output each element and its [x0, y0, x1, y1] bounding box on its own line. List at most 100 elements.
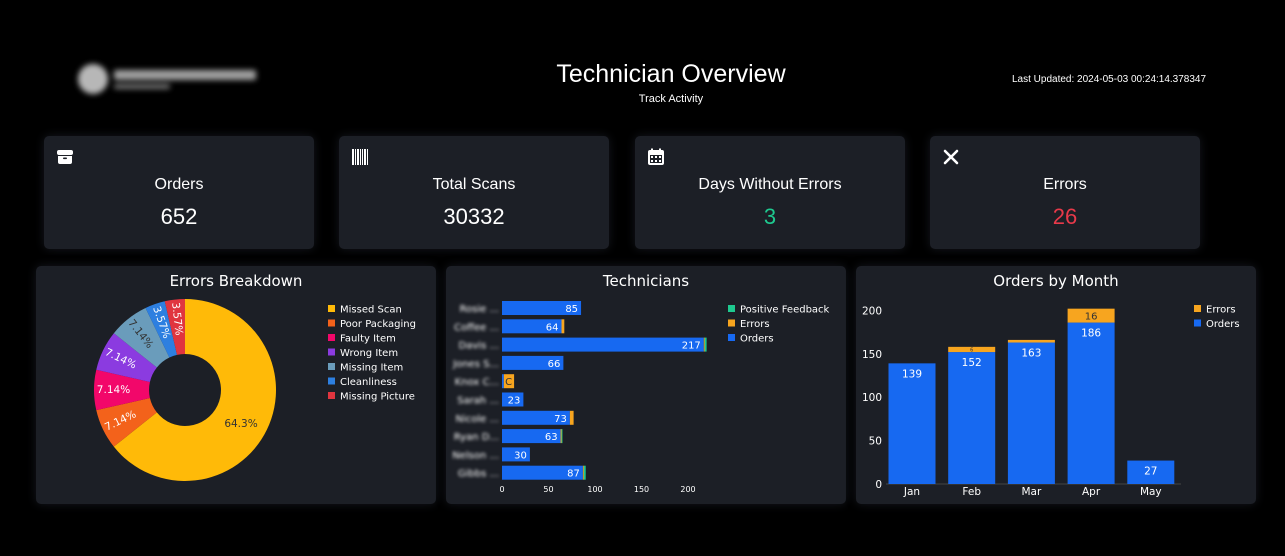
- technicians-panel: Technicians Rosie ... 85 Coffee ... 64 Davis…: [446, 266, 846, 504]
- kpi-card-errors: Errors 26: [930, 136, 1200, 249]
- y-tick-label: 150: [862, 349, 882, 361]
- legend-label-missed-scan: Missed Scan: [340, 305, 402, 316]
- legend-label-poor-packaging: Poor Packaging: [340, 319, 416, 330]
- bar-positive-feedback: [583, 465, 586, 480]
- legend-swatch-missed-scan: [328, 305, 335, 312]
- legend-label-orders: Orders: [1206, 319, 1240, 330]
- legend-label-errors: Errors: [740, 319, 770, 330]
- bar-orders: [502, 374, 504, 389]
- legend-swatch-faulty-item: [328, 334, 335, 341]
- bar-value-label: 217: [682, 341, 701, 352]
- kpi-label: Total Scans: [432, 176, 516, 193]
- kpi-card-total-scans: Total Scans 30332: [339, 136, 609, 249]
- calendar-icon: [648, 148, 664, 165]
- kpi-card-days-without-errors: Days Without Errors 3: [635, 136, 905, 249]
- y-tick-label: 0: [875, 479, 882, 491]
- bar-positive-feedback: [561, 429, 563, 444]
- y-tick-label: 200: [862, 305, 882, 317]
- legend-label-faulty-item: Faulty Item: [340, 334, 396, 345]
- bar-value-label: 139: [902, 368, 922, 380]
- technician-name: Ryan D...: [454, 432, 499, 443]
- pie-label-faulty-item: 7.14%: [97, 384, 130, 396]
- bar-errors: [560, 429, 562, 444]
- y-tick-label: 50: [869, 436, 882, 448]
- last-updated-text: Last Updated: 2024-05-03 00:24:14.378347: [1012, 74, 1207, 85]
- errors-breakdown-chart: 64.3%7.14%7.14%7.14%7.14%3.57%3.57% Misse…: [94, 299, 416, 481]
- technician-name: Rosie ...: [460, 304, 499, 315]
- legend-label-orders: Orders: [740, 334, 774, 345]
- bar-value-label: 85: [565, 304, 578, 315]
- legend-label-positive-feedback: Positive Feedback: [740, 305, 830, 316]
- bar-orders: [888, 363, 936, 484]
- kpi-label: Days Without Errors: [698, 176, 842, 193]
- bar-errors: [569, 410, 574, 425]
- x-tick-label: Apr: [1082, 486, 1101, 498]
- box-icon: [57, 150, 73, 164]
- kpi-value: 652: [160, 204, 198, 229]
- x-tick-label: Jan: [903, 486, 920, 498]
- legend-swatch-errors: [1194, 305, 1201, 312]
- bar-value-label: 186: [1081, 328, 1101, 340]
- kpi-card-orders: Orders 652: [44, 136, 314, 249]
- legend-swatch-orders: [728, 334, 735, 341]
- bar-value-label: 152: [962, 357, 982, 369]
- bar-value-label: C: [505, 377, 512, 388]
- bar-orders: [1007, 342, 1055, 484]
- bar-value-label: 6: [970, 347, 973, 353]
- x-tick-label: 200: [680, 485, 695, 494]
- legend-swatch-orders: [1194, 319, 1201, 327]
- bar-errors: [703, 337, 705, 352]
- bar-orders: [948, 352, 996, 484]
- bar-value-label: 87: [567, 469, 580, 480]
- legend-swatch-missing-item: [328, 363, 335, 370]
- orders-by-month-chart: 0 50 100 150 200 139 Jan 152 6 Feb 163 Mar 186 16 Apr 2…: [862, 305, 1240, 499]
- pie-label-missed-scan: 64.3%: [224, 418, 257, 430]
- technician-name: Jones S...: [452, 359, 499, 370]
- bar-errors: [582, 465, 584, 480]
- technician-name: Nicole ...: [455, 414, 499, 425]
- legend-label-errors: Errors: [1206, 305, 1236, 316]
- bar-value-label: 16: [1085, 312, 1098, 323]
- technician-name: Knox C...: [455, 377, 499, 388]
- x-tick-label: 150: [634, 485, 649, 494]
- kpi-label: Orders: [154, 176, 204, 193]
- bar-value-label: 23: [508, 396, 521, 407]
- legend-label-missing-picture: Missing Picture: [340, 392, 415, 403]
- bar-orders: [1067, 322, 1115, 484]
- bar-errors: [1007, 339, 1055, 343]
- technicians-chart: Rosie ... 85 Coffee ... 64 Davis ... 217 Jones…: [452, 301, 830, 494]
- bar-value-label: 27: [1144, 466, 1157, 478]
- bar-value-label: 163: [1021, 348, 1041, 360]
- page-subtitle: Track Activity: [638, 93, 704, 105]
- technician-name: Coffee ...: [454, 322, 499, 333]
- x-tick-label: 0: [499, 485, 504, 494]
- x-tick-label: Mar: [1021, 486, 1041, 498]
- legend-swatch-wrong-item: [328, 348, 335, 356]
- bar-value-label: 30: [514, 450, 527, 461]
- bar-positive-feedback: [704, 337, 707, 352]
- bar-orders: [502, 337, 704, 352]
- bar-errors: [561, 319, 565, 334]
- bar-value-label: 73: [554, 414, 567, 425]
- bar-value-label: 66: [548, 359, 561, 370]
- bar-value-label: 64: [546, 322, 559, 333]
- legend-swatch-poor-packaging: [328, 319, 335, 327]
- barcode-icon: [352, 149, 368, 165]
- kpi-value: 30332: [443, 204, 505, 229]
- x-tick-label: 100: [587, 485, 602, 494]
- legend-label-missing-item: Missing Item: [340, 363, 403, 374]
- technician-name: Davis ...: [459, 341, 499, 352]
- close-icon: [943, 149, 959, 165]
- technician-name: Sarah ...: [457, 396, 499, 407]
- legend-label-wrong-item: Wrong Item: [340, 348, 398, 359]
- orders-by-month-panel: Orders by Month 0 50 100 150 200 139 Jan 152 6 Fe…: [856, 266, 1256, 504]
- y-tick-label: 100: [862, 392, 882, 404]
- legend-swatch-positive-feedback: [728, 305, 735, 312]
- legend-swatch-missing-picture: [328, 392, 335, 399]
- legend-swatch-cleanliness: [328, 377, 335, 385]
- x-tick-label: 50: [543, 485, 553, 494]
- legend-label-cleanliness: Cleanliness: [340, 377, 397, 388]
- bar-value-label: 63: [545, 432, 558, 443]
- technician-name: Gibbs ...: [458, 469, 499, 480]
- x-tick-label: Feb: [962, 486, 981, 498]
